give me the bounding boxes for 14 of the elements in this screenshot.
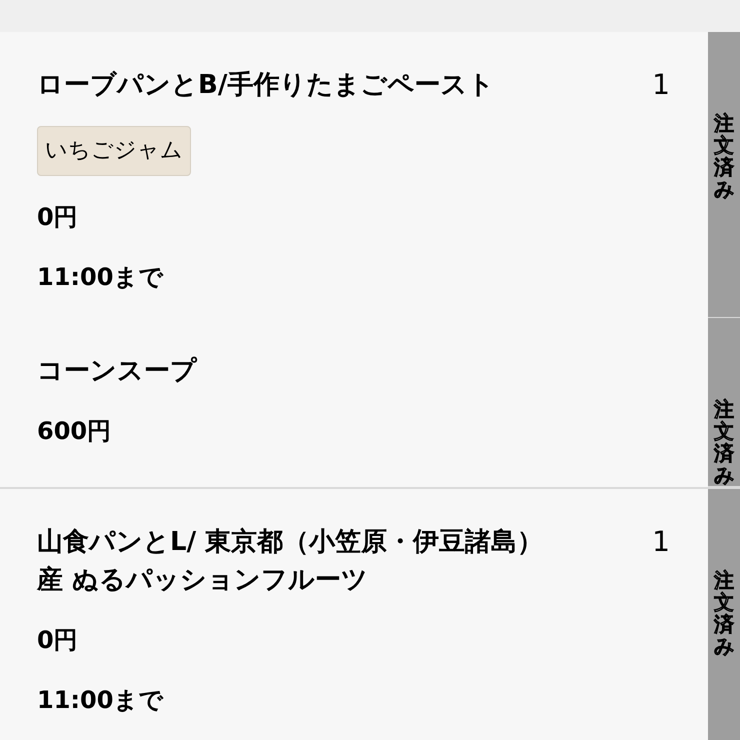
status-label: 注文済み (714, 398, 734, 486)
price: 600円 (37, 416, 112, 447)
quantity: 1 (652, 524, 670, 560)
status-label: 注文済み (714, 112, 734, 203)
deadline-time: 11:00まで (37, 685, 164, 716)
deadline-time: 11:00まで (37, 262, 164, 293)
status-label: 注文済み (714, 569, 734, 660)
price: 0円 (37, 625, 79, 656)
price: 0円 (37, 202, 79, 233)
item-name: 山食パンとL/ 東京都（小笠原・伊豆諸島）産 ぬるパッションフルーツ (37, 526, 544, 597)
item-name: ローブパンとB/手作りたまごペースト (37, 69, 494, 102)
item-name: コーンスープ (37, 355, 197, 388)
quantity: 1 (652, 67, 670, 103)
option-tag: いちごジャム (37, 126, 191, 176)
